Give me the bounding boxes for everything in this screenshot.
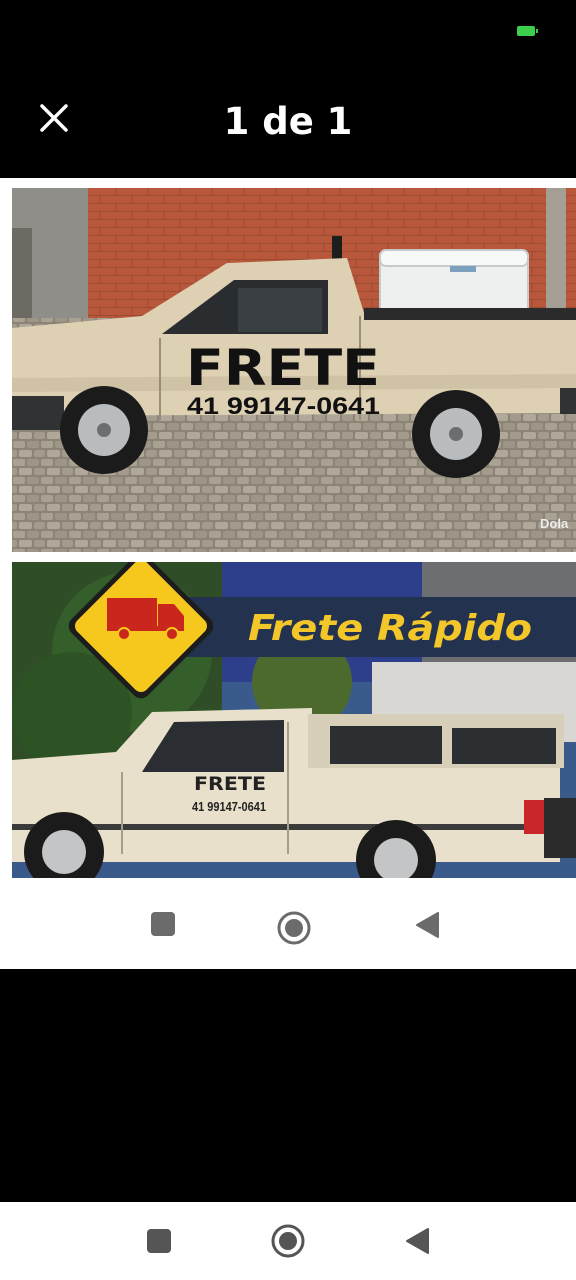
sign-phone: 41 99147-0641 (187, 393, 380, 420)
status-bar (0, 0, 576, 64)
door-title: FRETE (194, 773, 266, 795)
back-button[interactable] (404, 1227, 430, 1255)
photo-pickup-frete: FRETE 41 99147-0641 Dola (12, 188, 576, 552)
system-nav-bar (0, 1202, 576, 1280)
recents-button[interactable] (146, 1228, 172, 1254)
home-icon (271, 1224, 305, 1258)
back-icon (416, 912, 439, 938)
inner-back-button (414, 911, 440, 939)
door-phone: 41 99147-0641 (192, 799, 266, 814)
inner-home-button (277, 911, 311, 945)
recents-icon (151, 912, 175, 936)
inner-nav-bar (0, 878, 576, 969)
sign-title: FRETE (186, 339, 380, 397)
image-viewer[interactable]: FRETE 41 99147-0641 Dola Frete Rápido FR… (0, 178, 576, 969)
viewer-background (0, 969, 576, 1202)
viewer-header: 1 de 1 (0, 64, 576, 178)
home-button[interactable] (271, 1224, 305, 1258)
banner-text: Frete Rápido (248, 608, 532, 649)
watermark: Dola (540, 516, 569, 531)
photo-frete-rapido: Frete Rápido FRETE 41 99147-0641 (12, 562, 576, 878)
page-counter: 1 de 1 (223, 100, 353, 143)
back-icon (406, 1228, 429, 1254)
home-icon (277, 911, 311, 945)
inner-recents-button (150, 911, 176, 937)
recents-icon (147, 1229, 171, 1253)
battery-icon (517, 26, 538, 36)
